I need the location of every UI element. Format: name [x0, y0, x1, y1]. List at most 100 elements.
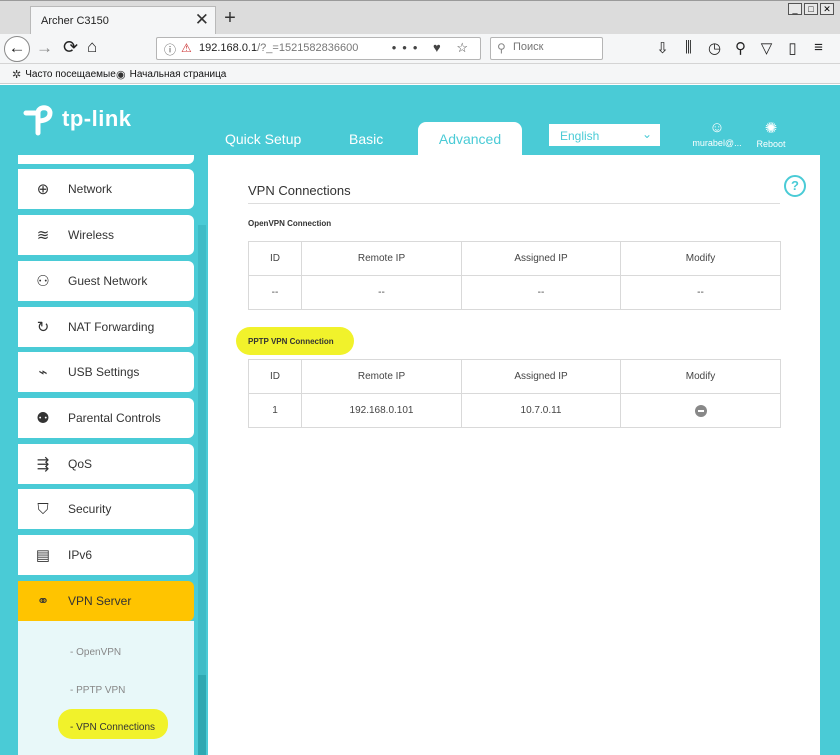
bookmark-most-visited[interactable]: ✲ Часто посещаемые — [12, 68, 116, 81]
sidebar-item-label: IPv6 — [68, 548, 93, 562]
column-header: ID — [248, 359, 302, 394]
search-bar[interactable]: ⚲ — [490, 37, 603, 60]
tab-title: Archer C3150 — [41, 15, 109, 27]
chevron-down-icon: ⌄ — [641, 127, 652, 141]
table-cell: -- — [301, 275, 462, 310]
bookmark-start-page[interactable]: ◉ Начальная страница — [116, 68, 226, 81]
tp-link-logo[interactable]: tp-link — [20, 101, 132, 137]
shield-icon: ⛉ — [37, 500, 49, 518]
table-row: 1 192.168.0.101 10.7.0.11 — [248, 393, 781, 428]
history-icon[interactable]: ◷ — [706, 39, 723, 57]
minimize-button[interactable]: _ — [788, 3, 802, 15]
close-window-button[interactable]: ✕ — [820, 3, 834, 15]
tab-basic[interactable]: Basic — [349, 131, 383, 147]
sidebar-item-network[interactable]: ⊕ Network — [18, 169, 194, 209]
gear-icon: ✲ — [12, 69, 22, 81]
sidebar-item-qos[interactable]: ⇶ QoS — [18, 444, 194, 484]
sidebar: ⊕ Network ≋ Wireless ⚇ Guest Network ↻ N… — [18, 155, 196, 755]
language-select[interactable]: English ⌄ — [548, 123, 661, 147]
table-header-row: ID Remote IP Assigned IP Modify — [248, 359, 781, 394]
extension-icon[interactable]: ▽ — [758, 39, 775, 57]
parental-icon: ⚉ — [36, 410, 50, 427]
table-row: -- -- -- -- — [248, 275, 781, 310]
table-cell: -- — [248, 275, 302, 310]
users-icon: ⚇ — [36, 273, 50, 290]
browser-navbar: ← → ⟳ ⌂ ⓘ ⚠ 192.168.0.1/?_=1521582836600… — [0, 34, 840, 64]
user-account-button[interactable]: ☺ murabel@... — [690, 119, 744, 148]
back-button[interactable]: ← — [4, 36, 30, 62]
sidebar-item-parental-controls[interactable]: ⚉ Parental Controls — [18, 398, 194, 438]
url-bar[interactable]: ⓘ ⚠ 192.168.0.1/?_=1521582836600 ••• ♥ ☆ — [156, 37, 481, 60]
window-controls: _ □ ✕ — [788, 3, 834, 15]
sidebar-item-ipv6[interactable]: ▤ IPv6 — [18, 535, 194, 575]
sidebar-item-nat-forwarding[interactable]: ↻ NAT Forwarding — [18, 307, 194, 347]
reload-button[interactable]: ⟳ — [63, 37, 78, 58]
table-cell: 192.168.0.101 — [301, 393, 462, 428]
submenu-item-vpn-connections[interactable]: - VPN Connections — [70, 722, 155, 733]
help-icon[interactable]: ? — [784, 175, 806, 197]
tab-advanced[interactable]: Advanced — [418, 122, 522, 156]
sidebar-item-usb-settings[interactable]: ⌁ USB Settings — [18, 352, 194, 392]
tab-quick-setup[interactable]: Quick Setup — [225, 131, 301, 147]
sidebar-item-vpn-server[interactable]: ⚭ VPN Server — [18, 581, 194, 621]
submenu-item-pptp-vpn[interactable]: - PPTP VPN — [70, 685, 125, 696]
tab-close-icon[interactable]: ✕ — [195, 10, 209, 30]
sidebar-item-label: Network — [68, 182, 113, 196]
column-header: ID — [248, 241, 302, 276]
url-text[interactable]: 192.168.0.1/?_=1521582836600 — [199, 42, 358, 54]
sidebar-icon[interactable]: ▯ — [784, 39, 801, 57]
sidebar-item-wireless[interactable]: ≋ Wireless — [18, 215, 194, 255]
vpn-submenu: - OpenVPN - PPTP VPN - VPN Connections — [18, 621, 194, 755]
url-path: /?_=1521582836600 — [257, 42, 359, 54]
sidebar-item-label: Wireless — [68, 228, 115, 242]
table-cell: -- — [620, 275, 781, 310]
column-header: Modify — [620, 241, 781, 276]
forward-button[interactable]: → — [36, 38, 53, 58]
browser-tab[interactable]: Archer C3150 ✕ — [30, 6, 216, 35]
info-icon[interactable]: ⓘ — [164, 41, 176, 58]
bookmark-label: Начальная страница — [129, 69, 227, 80]
library-icon[interactable]: ⫼ — [680, 39, 697, 57]
zoom-icon[interactable]: ⚲ — [732, 39, 749, 57]
table-cell: -- — [461, 275, 621, 310]
sidebar-scrollbar[interactable] — [198, 225, 206, 755]
page-title: VPN Connections — [248, 183, 351, 198]
column-header: Assigned IP — [461, 241, 621, 276]
home-button[interactable]: ⌂ — [87, 37, 97, 57]
new-tab-button[interactable]: + — [220, 6, 240, 30]
sidebar-item-guest-network[interactable]: ⚇ Guest Network — [18, 261, 194, 301]
remove-icon[interactable] — [694, 404, 707, 417]
sidebar-item-security[interactable]: ⛉ Security — [18, 489, 194, 529]
usb-icon: ⌁ — [38, 364, 48, 381]
menu-icon[interactable]: ≡ — [810, 39, 827, 57]
sidebar-item-label: Parental Controls — [68, 411, 161, 425]
table-cell — [620, 393, 781, 428]
column-header: Modify — [620, 359, 781, 394]
toolbar-icons: ⇩ ⫼ ◷ ⚲ ▽ ▯ ≡ — [654, 39, 827, 57]
column-header: Assigned IP — [461, 359, 621, 394]
search-input[interactable] — [513, 41, 599, 53]
scrollbar-thumb[interactable] — [198, 675, 206, 755]
nat-icon: ↻ — [36, 319, 50, 336]
table-header-row: ID Remote IP Assigned IP Modify — [248, 241, 781, 276]
ipv6-icon: ▤ — [35, 547, 51, 564]
sidebar-item-label: VPN Server — [68, 594, 132, 608]
page-actions-icons[interactable]: ••• ♥ ☆ — [392, 40, 474, 56]
search-icon: ⚲ — [497, 41, 506, 55]
user-label: murabel@... — [692, 138, 742, 148]
sidebar-item-partial — [18, 155, 194, 164]
table-cell: 1 — [248, 393, 302, 428]
maximize-button[interactable]: □ — [804, 3, 818, 15]
globe-icon: ◉ — [116, 69, 126, 81]
insecure-connection-icon[interactable]: ⚠ — [181, 41, 192, 55]
column-header: Remote IP — [301, 241, 462, 276]
downloads-icon[interactable]: ⇩ — [654, 39, 671, 57]
language-value: English — [560, 129, 600, 143]
bookmarks-bar: ✲ Часто посещаемые ◉ Начальная страница — [0, 64, 840, 84]
router-page: tp-link Quick Setup Basic Advanced Engli… — [0, 85, 840, 755]
submenu-item-openvpn[interactable]: - OpenVPN — [70, 647, 121, 658]
qos-icon: ⇶ — [36, 456, 50, 473]
reboot-button[interactable]: ✺ Reboot — [752, 119, 790, 149]
brand-name: tp-link — [62, 106, 132, 131]
sidebar-item-label: USB Settings — [68, 365, 140, 379]
